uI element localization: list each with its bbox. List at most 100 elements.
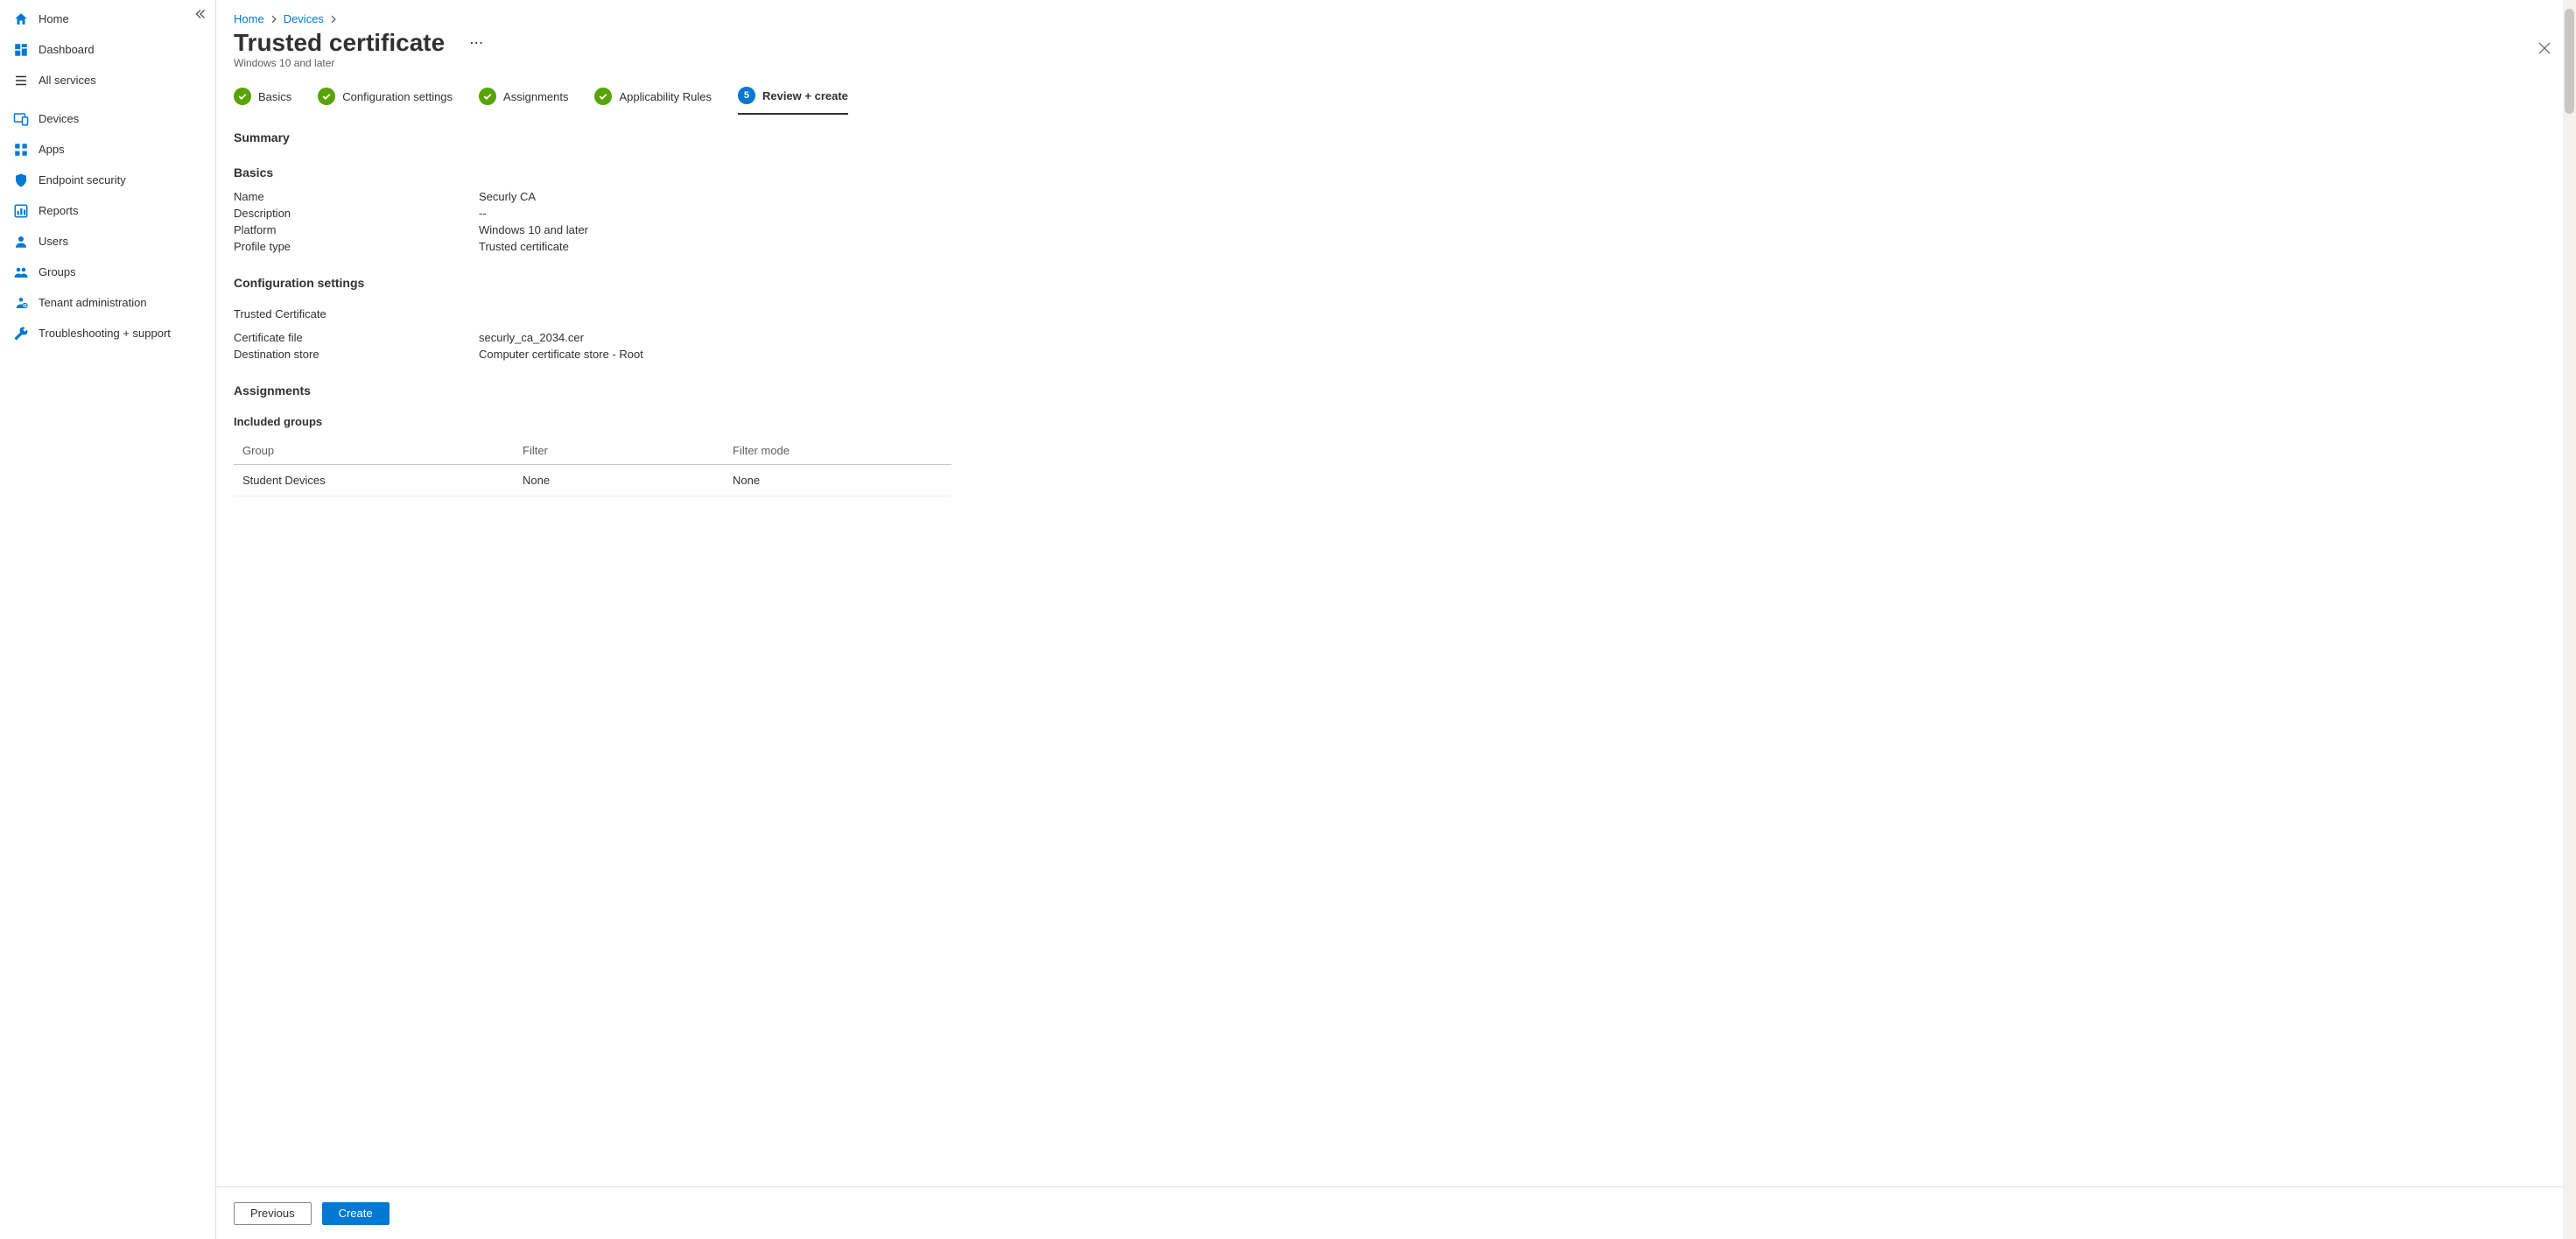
vertical-scrollbar[interactable]: [2563, 0, 2576, 1239]
sidebar-item-reports[interactable]: Reports: [0, 195, 215, 226]
table-cell-group: Student Devices: [242, 474, 523, 487]
table-row: Student Devices None None: [234, 465, 951, 496]
kv-key: Certificate file: [234, 331, 479, 344]
step-label: Basics: [258, 90, 291, 103]
table-header-group: Group: [242, 444, 523, 457]
sidebar-item-dashboard[interactable]: Dashboard: [0, 34, 215, 65]
page-title: Trusted certificate: [234, 29, 445, 57]
check-icon: [318, 88, 335, 105]
basics-heading: Basics: [234, 165, 2558, 180]
kv-value: Windows 10 and later: [479, 223, 588, 236]
sidebar-item-endpoint-security[interactable]: Endpoint security: [0, 165, 215, 195]
table-cell-filter: None: [523, 474, 733, 487]
kv-value: --: [479, 207, 487, 220]
dashboard-icon: [12, 41, 30, 59]
chevron-right-icon: [329, 15, 338, 24]
create-button[interactable]: Create: [322, 1202, 390, 1225]
user-icon: [12, 233, 30, 250]
sidebar-collapse-button[interactable]: [193, 7, 208, 23]
breadcrumb-devices[interactable]: Devices: [284, 12, 324, 25]
config-subheading: Trusted Certificate: [234, 307, 2558, 320]
step-label: Configuration settings: [342, 90, 453, 103]
tenant-icon: [12, 294, 30, 312]
table-header-filtermode: Filter mode: [733, 444, 943, 457]
wrench-icon: [12, 325, 30, 342]
assignments-heading: Assignments: [234, 384, 2558, 398]
groups-icon: [12, 264, 30, 281]
sidebar-divider: [0, 99, 215, 100]
sidebar-item-label: Home: [39, 12, 69, 25]
step-applicability-rules[interactable]: Applicability Rules: [594, 87, 712, 115]
kv-key: Name: [234, 190, 479, 203]
more-actions-button[interactable]: ⋯: [462, 31, 491, 55]
sidebar-item-home[interactable]: Home: [0, 4, 215, 34]
kv-row-name: Name Securly CA: [234, 188, 2558, 205]
kv-value: Trusted certificate: [479, 240, 569, 253]
content-scroll-area[interactable]: Summary Basics Name Securly CA Descripti…: [216, 115, 2576, 1239]
step-label: Review + create: [762, 89, 848, 102]
kv-value: securly_ca_2034.cer: [479, 331, 584, 344]
sidebar-item-troubleshooting[interactable]: Troubleshooting + support: [0, 318, 215, 348]
step-basics[interactable]: Basics: [234, 87, 291, 115]
sidebar-item-label: Users: [39, 235, 68, 248]
page-subtitle: Windows 10 and later: [216, 57, 2576, 80]
chevron-right-icon: [270, 15, 278, 24]
sidebar-item-label: All services: [39, 74, 96, 87]
chevron-double-left-icon: [195, 9, 206, 22]
breadcrumb-home[interactable]: Home: [234, 12, 264, 25]
kv-value: Computer certificate store - Root: [479, 348, 643, 361]
allservices-icon: [12, 72, 30, 89]
sidebar-item-label: Devices: [39, 112, 79, 125]
scrollbar-thumb[interactable]: [2565, 9, 2574, 114]
step-review-create[interactable]: 5 Review + create: [738, 87, 848, 115]
kv-row-certfile: Certificate file securly_ca_2034.cer: [234, 329, 2558, 346]
sidebar-item-users[interactable]: Users: [0, 226, 215, 257]
step-configuration-settings[interactable]: Configuration settings: [318, 87, 453, 115]
included-groups-table: Group Filter Filter mode Student Devices…: [234, 437, 951, 496]
check-icon: [479, 88, 496, 105]
check-icon: [234, 88, 251, 105]
sidebar-item-label: Groups: [39, 265, 76, 278]
breadcrumb: Home Devices: [216, 0, 2576, 25]
table-header-filter: Filter: [523, 444, 733, 457]
check-icon: [594, 88, 612, 105]
sidebar-item-label: Tenant administration: [39, 296, 147, 309]
kv-row-deststore: Destination store Computer certificate s…: [234, 346, 2558, 363]
sidebar-item-all-services[interactable]: All services: [0, 65, 215, 95]
home-icon: [12, 11, 30, 28]
kv-key: Destination store: [234, 348, 479, 361]
kv-value: Securly CA: [479, 190, 536, 203]
devices-icon: [12, 110, 30, 128]
summary-heading: Summary: [234, 130, 2558, 144]
sidebar-item-tenant-admin[interactable]: Tenant administration: [0, 287, 215, 318]
sidebar-item-label: Apps: [39, 143, 65, 156]
reports-icon: [12, 202, 30, 220]
table-header-row: Group Filter Filter mode: [234, 437, 951, 465]
main-panel: Home Devices Trusted certificate ⋯ Windo…: [216, 0, 2576, 1239]
step-assignments[interactable]: Assignments: [479, 87, 568, 115]
wizard-footer: Previous Create: [216, 1186, 2576, 1239]
sidebar-item-groups[interactable]: Groups: [0, 257, 215, 287]
step-label: Applicability Rules: [619, 90, 712, 103]
kv-row-description: Description --: [234, 205, 2558, 222]
config-heading: Configuration settings: [234, 276, 2558, 290]
sidebar-item-label: Reports: [39, 204, 79, 217]
step-number-badge: 5: [738, 87, 755, 104]
kv-row-profile-type: Profile type Trusted certificate: [234, 238, 2558, 255]
sidebar-item-devices[interactable]: Devices: [0, 103, 215, 134]
kv-key: Description: [234, 207, 479, 220]
kv-key: Profile type: [234, 240, 479, 253]
previous-button[interactable]: Previous: [234, 1202, 312, 1225]
wizard-stepper: Basics Configuration settings Assignment…: [216, 80, 2576, 115]
shield-icon: [12, 172, 30, 189]
sidebar: Home Dashboard All services Devices: [0, 0, 216, 1239]
included-groups-heading: Included groups: [234, 415, 2558, 428]
kv-row-platform: Platform Windows 10 and later: [234, 222, 2558, 238]
sidebar-item-label: Troubleshooting + support: [39, 327, 171, 340]
sidebar-item-label: Endpoint security: [39, 173, 126, 187]
sidebar-item-apps[interactable]: Apps: [0, 134, 215, 165]
apps-icon: [12, 141, 30, 158]
sidebar-item-label: Dashboard: [39, 43, 95, 56]
step-label: Assignments: [503, 90, 568, 103]
kv-key: Platform: [234, 223, 479, 236]
